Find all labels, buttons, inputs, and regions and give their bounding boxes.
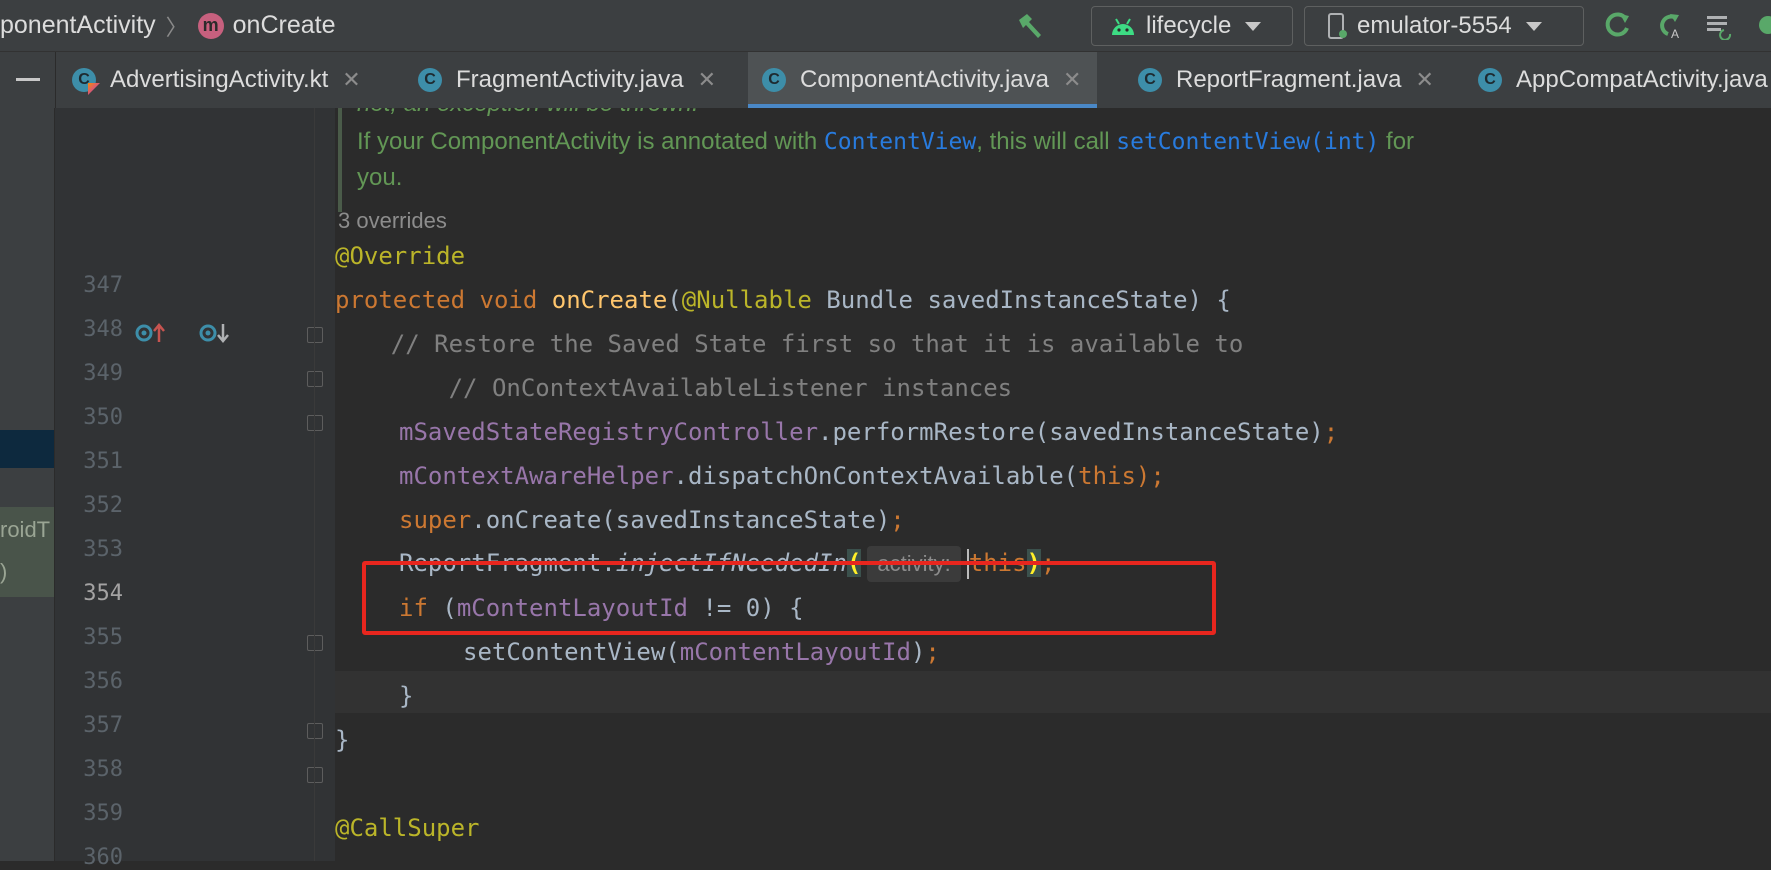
module-selector[interactable]: lifecycle — [1091, 6, 1293, 46]
project-panel: roidT ) — [0, 108, 54, 861]
tab-fragment-activity[interactable]: C FragmentActivity.java ✕ — [418, 52, 716, 108]
fold-marker-icon[interactable] — [307, 415, 323, 431]
doc-comment-line: you. — [357, 164, 403, 191]
side-item-text: roidT — [0, 517, 51, 542]
device-icon — [1327, 12, 1347, 40]
selected-tree-item[interactable] — [0, 430, 54, 468]
chevron-down-icon — [1245, 21, 1262, 31]
gear-icon[interactable] — [1746, 8, 1771, 42]
line-number: 358 — [83, 757, 123, 782]
line-number: 348 — [83, 317, 123, 342]
tab-report-fragment[interactable]: C ReportFragment.java ✕ — [1138, 52, 1434, 108]
line-number: 357 — [83, 713, 123, 738]
line-number: 349 — [83, 361, 123, 386]
tab-label: FragmentActivity.java — [456, 66, 684, 93]
tab-label: ReportFragment.java — [1176, 66, 1402, 93]
breadcrumb-separator-icon: 〉 — [165, 14, 188, 40]
code-line-360: @CallSuper — [335, 814, 480, 842]
editor-gutter: 347 348 349 350 351 352 353 354 355 356 … — [55, 108, 335, 870]
line-number: 347 — [83, 273, 123, 298]
minimize-icon — [16, 78, 40, 81]
code-line-351: mSavedStateRegistryController.performRes… — [399, 418, 1339, 446]
fold-marker-icon[interactable] — [307, 723, 323, 739]
code-line-348: protected void onCreate(@Nullable Bundle… — [335, 286, 1231, 314]
code-editor[interactable]: not, an exception will be thrown. If you… — [335, 108, 1771, 861]
code-line-353: super.onCreate(savedInstanceState); — [399, 506, 905, 534]
class-icon: C — [1138, 68, 1162, 92]
line-number-current: 354 — [83, 581, 123, 606]
breadcrumb-method[interactable]: onCreate — [233, 11, 336, 40]
code-line-349: // Restore the Saved State first so that… — [335, 330, 1244, 358]
close-icon[interactable]: ✕ — [1415, 67, 1433, 93]
apply-code-changes-icon[interactable]: A — [1652, 8, 1686, 42]
device-selector[interactable]: emulator-5554 — [1304, 6, 1584, 46]
svg-text:A: A — [1671, 27, 1679, 40]
code-line-347: @Override — [335, 242, 466, 270]
close-icon[interactable]: ✕ — [342, 67, 360, 93]
tab-advertising-activity[interactable]: C AdvertisingActivity.kt ✕ — [72, 52, 361, 108]
class-icon: C — [418, 68, 442, 92]
line-number: 360 — [83, 845, 123, 870]
apply-changes-restart-icon[interactable] — [1600, 8, 1634, 42]
breadcrumb: ponentActivity 〉 m onCreate — [0, 0, 336, 51]
navigation-toolbar: ponentActivity 〉 m onCreate lifecycle em… — [0, 0, 1771, 52]
close-icon[interactable]: ✕ — [1063, 67, 1081, 93]
breadcrumb-class[interactable]: ponentActivity — [0, 11, 156, 40]
line-number: 353 — [83, 537, 123, 562]
method-icon: m — [197, 12, 224, 39]
line-number: 350 — [83, 405, 123, 430]
code-line-350: // OnContextAvailableListener instances — [390, 374, 1013, 402]
kotlin-class-icon: C — [72, 68, 100, 95]
tab-label: AppCompatActivity.java — [1516, 66, 1768, 93]
class-icon: C — [762, 68, 786, 92]
line-number: 356 — [83, 669, 123, 694]
code-line-356: setContentView(mContentLayoutId); — [463, 638, 940, 666]
fold-marker-icon[interactable] — [307, 327, 323, 343]
code-line-352: mContextAwareHelper.dispatchOnContextAva… — [399, 462, 1165, 490]
close-icon[interactable]: ✕ — [698, 67, 716, 93]
tab-label: AdvertisingActivity.kt — [110, 66, 329, 93]
overridden-method-icon[interactable] — [135, 320, 167, 351]
side-item-text: ) — [0, 559, 8, 584]
android-icon — [1110, 15, 1136, 37]
line-number: 359 — [83, 801, 123, 826]
code-line-357: } — [399, 682, 414, 710]
line-number: 351 — [83, 449, 123, 474]
sync-icon[interactable] — [1702, 8, 1736, 42]
tab-label: ComponentActivity.java — [800, 66, 1049, 93]
overrides-hint[interactable]: 3 overrides — [338, 208, 447, 234]
doc-comment-line: If your ComponentActivity is annotated w… — [357, 128, 1415, 155]
fold-marker-icon[interactable] — [307, 635, 323, 651]
doc-comment-line: not, an exception will be thrown. — [357, 108, 699, 118]
doc-link[interactable]: ContentView — [824, 129, 976, 155]
hammer-icon[interactable] — [1013, 8, 1047, 42]
code-line-358: } — [335, 726, 350, 754]
line-number: 352 — [83, 493, 123, 518]
doc-comment-bar — [338, 108, 342, 212]
editor-tabs: C AdvertisingActivity.kt ✕ C FragmentAct… — [0, 52, 1771, 108]
class-icon: C — [1478, 68, 1502, 92]
current-line-highlight — [335, 671, 1771, 713]
doc-link[interactable]: setContentView(int) — [1116, 129, 1379, 155]
device-selector-value: emulator-5554 — [1357, 12, 1512, 39]
hide-panel-button[interactable] — [0, 52, 56, 108]
overriding-method-icon[interactable] — [199, 320, 231, 351]
tab-appcompat-activity[interactable]: C AppCompatActivity.java — [1478, 52, 1768, 108]
tab-component-activity[interactable]: C ComponentActivity.java ✕ — [748, 52, 1098, 108]
fold-marker-icon[interactable] — [307, 767, 323, 783]
fold-marker-icon[interactable] — [307, 371, 323, 387]
module-selector-value: lifecycle — [1146, 12, 1232, 39]
highlight-annotation-box — [362, 561, 1216, 635]
fold-guide — [314, 108, 315, 861]
line-number: 355 — [83, 625, 123, 650]
chevron-down-icon — [1525, 21, 1542, 31]
side-panel-item[interactable]: roidT ) — [0, 507, 54, 597]
